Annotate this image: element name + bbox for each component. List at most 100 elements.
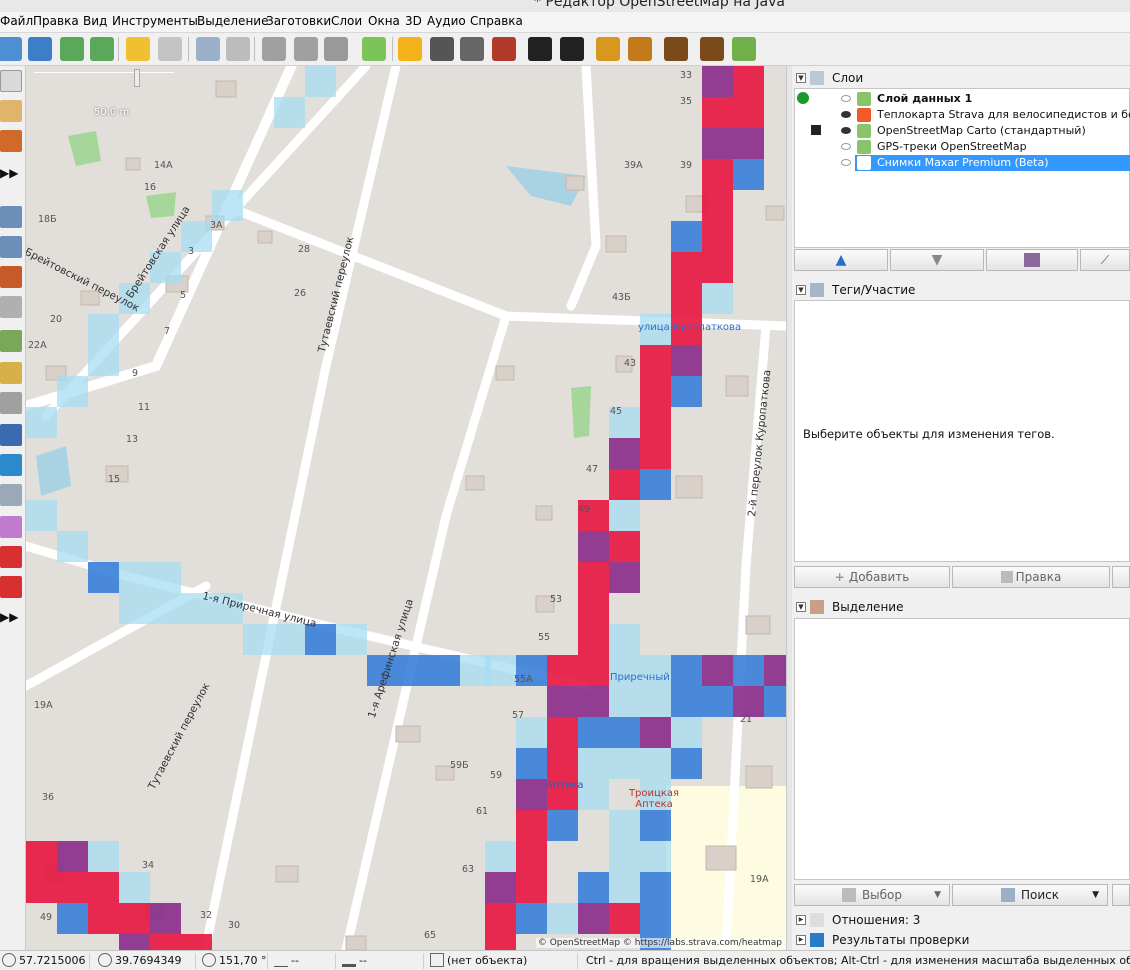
service-road-icon[interactable] (460, 37, 484, 61)
factory-icon[interactable] (700, 37, 724, 61)
visibility-eye-icon[interactable] (841, 111, 851, 118)
panel-splitter[interactable] (786, 66, 792, 950)
select-tool-icon[interactable] (0, 70, 22, 92)
car-icon[interactable] (528, 37, 552, 61)
selection-panel-icon[interactable] (0, 266, 22, 288)
bus-icon[interactable] (560, 37, 584, 61)
menu-tools[interactable]: Инструменты (112, 14, 198, 28)
undo-icon[interactable] (126, 37, 150, 61)
more-tools-icon[interactable]: ▶▶ (0, 162, 22, 184)
zoom-icon[interactable] (196, 37, 220, 61)
edit-tag-button[interactable]: Правка (952, 566, 1110, 588)
download-icon[interactable] (60, 37, 84, 61)
relations-panel-header[interactable]: ▶ Отношения: 3 (792, 910, 1130, 930)
house-number: 57 (512, 710, 525, 721)
map-attribution[interactable]: © OpenStreetMap © https://labs.strava.co… (535, 938, 784, 948)
filter-panel-icon[interactable] (0, 484, 22, 506)
selection-extra-button[interactable] (1112, 884, 1130, 906)
visibility-eye-icon[interactable] (841, 127, 851, 134)
upload-icon[interactable] (90, 37, 114, 61)
visibility-eye-icon[interactable] (841, 143, 851, 150)
menu-layers[interactable]: Слои (331, 14, 362, 28)
menu-windows[interactable]: Окна (368, 14, 400, 28)
menu-view[interactable]: Вид (83, 14, 107, 28)
menu-help[interactable]: Справка (470, 14, 523, 28)
road-preset-icon[interactable] (398, 37, 422, 61)
hazard-icon[interactable] (596, 37, 620, 61)
improve-way-icon[interactable] (0, 130, 22, 152)
move-layer-down-button[interactable]: ▼ (890, 249, 984, 271)
visibility-eye-icon[interactable] (841, 95, 851, 102)
heatmap-tile (26, 872, 57, 903)
residential-road-icon[interactable] (430, 37, 454, 61)
map-marker-icon[interactable] (0, 546, 22, 568)
selection-list[interactable] (794, 618, 1130, 880)
presets-panel-icon[interactable] (0, 362, 22, 384)
validation-panel-header[interactable]: ▶ Результаты проверки (792, 930, 1130, 950)
zoom-slider[interactable] (34, 69, 174, 102)
heatmap-tile (57, 376, 88, 407)
menu-file[interactable]: Файл (0, 14, 33, 28)
orthogonalize-icon[interactable] (362, 37, 386, 61)
heatmap-tile (26, 407, 57, 438)
notes-panel-icon[interactable] (0, 392, 22, 414)
map-view[interactable]: 50.0 m Брейтовская улица Брейтовский пер… (26, 66, 786, 950)
activate-layer-button[interactable] (986, 249, 1078, 271)
add-tag-button[interactable]: + Добавить (794, 566, 950, 588)
menu-3d[interactable]: 3D (405, 14, 422, 28)
preferences-icon[interactable] (226, 37, 250, 61)
tags-panel-icon[interactable] (0, 236, 22, 258)
compass-icon[interactable] (0, 576, 22, 598)
delete-tag-button[interactable] (1112, 566, 1130, 588)
selection-panel-title: Выделение (832, 600, 904, 614)
menu-presets[interactable]: Заготовки (266, 14, 331, 28)
layer-row[interactable]: Теплокарта Strava для велосипедистов и б… (795, 107, 1130, 123)
menu-audio[interactable]: Аудио (427, 14, 466, 28)
layer-settings-button[interactable]: ⟋ (1080, 249, 1130, 271)
layers-panel-header[interactable]: ▼ Слои (792, 68, 1130, 88)
open-file-icon[interactable] (0, 37, 22, 61)
menu-selection[interactable]: Выделение (197, 14, 268, 28)
selection-panel-header[interactable]: ▼ Выделение (792, 597, 1130, 617)
move-layer-up-button[interactable]: ▲ (794, 249, 888, 271)
collapse-icon[interactable]: ▼ (796, 285, 806, 295)
layer-row[interactable]: Слой данных 1 (795, 91, 1130, 107)
layer-row[interactable]: OpenStreetMap Carto (стандартный) (795, 123, 1130, 139)
relations-panel-icon[interactable] (0, 330, 22, 352)
map-paint-styles-icon[interactable] (0, 516, 22, 538)
validation-panel-icon[interactable] (0, 454, 22, 476)
update-data-icon[interactable] (324, 37, 348, 61)
history-panel-icon[interactable] (0, 296, 22, 318)
select-button[interactable]: Выбор ▼ (794, 884, 950, 906)
save-icon[interactable] (28, 37, 52, 61)
draw-tool-icon[interactable] (0, 100, 22, 122)
shop-icon[interactable] (732, 37, 756, 61)
visibility-eye-icon[interactable] (841, 159, 851, 166)
angle-field: -- (272, 953, 336, 969)
combine-way-icon[interactable] (294, 37, 318, 61)
house-number: 59Б (450, 760, 469, 771)
layer-row[interactable]: GPS-треки OpenStreetMap (795, 139, 1130, 155)
conflict-panel-icon[interactable] (0, 424, 22, 446)
search-button[interactable]: Поиск ▼ (952, 884, 1108, 906)
wall-icon[interactable] (492, 37, 516, 61)
simplify-way-icon[interactable] (262, 37, 286, 61)
expand-icon[interactable]: ▶ (796, 935, 806, 945)
expand-icon[interactable]: ▶ (796, 915, 806, 925)
selection-icon (810, 600, 824, 614)
restaurant-icon[interactable] (628, 37, 652, 61)
collapse-icon[interactable]: ▼ (796, 73, 806, 83)
house-number: 43Б (612, 292, 631, 303)
more-panels-icon[interactable]: ▶▶ (0, 606, 22, 628)
poi-label: Троицкая Аптека (628, 788, 680, 810)
heatmap-tile (609, 500, 640, 531)
zoom-slider-handle[interactable] (134, 69, 140, 87)
tags-panel-header[interactable]: ▼ Теги/Участие (792, 280, 1130, 300)
castle-icon[interactable] (664, 37, 688, 61)
menu-edit[interactable]: Правка (33, 14, 79, 28)
redo-icon[interactable] (158, 37, 182, 61)
layers-panel-icon[interactable] (0, 206, 22, 228)
heatmap-tile (671, 748, 702, 779)
collapse-icon[interactable]: ▼ (796, 602, 806, 612)
layer-row-selected[interactable]: Снимки Maxar Premium (Beta) (855, 155, 1130, 171)
